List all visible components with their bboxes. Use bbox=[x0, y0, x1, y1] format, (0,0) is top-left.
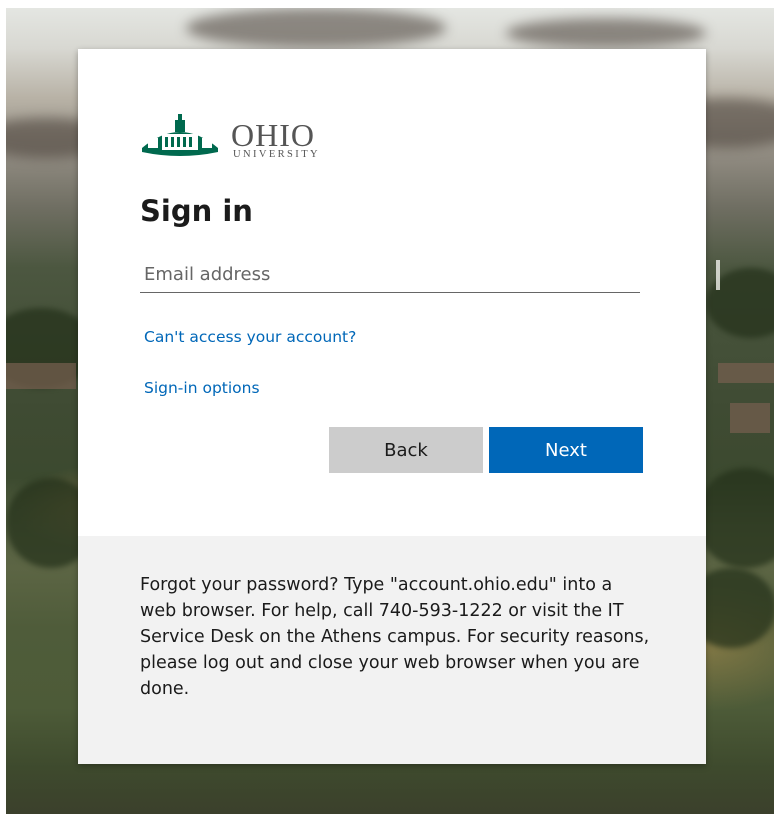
ohio-university-seal-icon: 1 8 0 4 bbox=[142, 114, 218, 162]
signin-card: 1 8 0 4 OHIO UNIVERSITY Sign in Can't ac… bbox=[78, 49, 706, 764]
cant-access-account-link[interactable]: Can't access your account? bbox=[144, 328, 356, 346]
page-title: Sign in bbox=[140, 194, 253, 228]
signin-options-link[interactable]: Sign-in options bbox=[144, 379, 260, 397]
ohio-university-logo: OHIO UNIVERSITY bbox=[231, 119, 320, 160]
help-footer: Forgot your password? Type "account.ohio… bbox=[78, 536, 706, 764]
logo-sub-text: UNIVERSITY bbox=[233, 149, 320, 160]
help-text: Forgot your password? Type "account.ohio… bbox=[140, 575, 650, 699]
back-button[interactable]: Back bbox=[329, 427, 483, 473]
logo-main-text: OHIO bbox=[231, 117, 315, 153]
next-button[interactable]: Next bbox=[489, 427, 643, 473]
email-input[interactable] bbox=[140, 257, 640, 293]
seal-year: 1 8 0 4 bbox=[172, 156, 188, 162]
